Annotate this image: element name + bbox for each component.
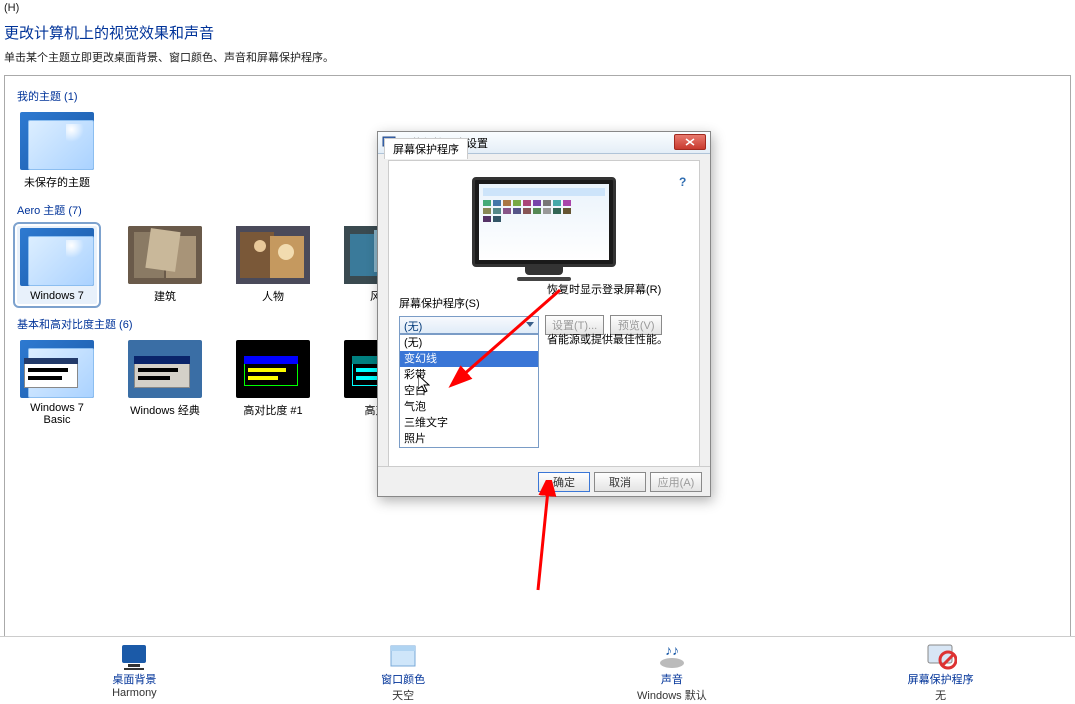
theme-windows7[interactable]: Windows 7: [17, 226, 97, 304]
theme-unsaved[interactable]: 未保存的主题: [17, 112, 97, 190]
theme-label: 高对比度 #1: [233, 402, 313, 418]
theme-label: 建筑: [125, 288, 205, 304]
cancel-button[interactable]: 取消: [594, 472, 646, 492]
power-hint: 省能源或提供最佳性能。: [547, 331, 689, 347]
screensaver-combobox[interactable]: (无): [399, 316, 539, 334]
page-title: 更改计算机上的视觉效果和声音: [0, 16, 1075, 47]
ok-button[interactable]: 确定: [538, 472, 590, 492]
preview-monitor: [472, 177, 616, 287]
footer-sound[interactable]: ♪♪ 声音 Windows 默认: [612, 643, 732, 703]
screensaver-option[interactable]: 气泡: [400, 399, 538, 415]
footer-label: 声音: [612, 673, 732, 687]
theme-winclassic[interactable]: Windows 经典: [125, 340, 205, 426]
close-button[interactable]: [674, 134, 706, 150]
page-subtitle: 单击某个主题立即更改桌面背景、窗口颜色、声音和屏幕保护程序。: [0, 47, 1075, 71]
dialog-footer: 确定 取消 应用(A): [378, 466, 710, 496]
footer-window-color[interactable]: 窗口颜色 天空: [343, 643, 463, 703]
footer-value: 无: [881, 687, 1001, 703]
svg-text:♪♪: ♪♪: [665, 643, 679, 658]
sound-icon: ♪♪: [656, 643, 688, 671]
theme-people[interactable]: 人物: [233, 226, 313, 304]
section-my-themes: 我的主题 (1): [17, 88, 1058, 104]
screensaver-dialog: 屏幕保护程序设置 屏幕保护程序 ?: [377, 131, 711, 497]
menu-bar: (H): [0, 0, 1075, 16]
screensaver-label: 屏幕保护程序(S): [399, 295, 689, 311]
footer-value: Windows 默认: [612, 687, 732, 703]
theme-label: Windows 经典: [125, 402, 205, 418]
theme-architecture[interactable]: 建筑: [125, 226, 205, 304]
footer-value: Harmony: [74, 687, 194, 699]
footer-screensaver[interactable]: 屏幕保护程序 无: [881, 643, 1001, 703]
window-color-icon: [387, 643, 419, 671]
footer-label: 桌面背景: [74, 673, 194, 687]
theme-label: 未保存的主题: [17, 174, 97, 190]
theme-win7basic[interactable]: Windows 7 Basic: [17, 340, 97, 426]
screensaver-option[interactable]: 三维文字: [400, 415, 538, 431]
cursor-icon: [418, 375, 430, 393]
footer-value: 天空: [343, 687, 463, 703]
dialog-tab[interactable]: 屏幕保护程序: [384, 138, 468, 159]
screensaver-option[interactable]: (无): [400, 335, 538, 351]
apply-button[interactable]: 应用(A): [650, 472, 702, 492]
theme-label: Windows 7 Basic: [17, 402, 97, 426]
close-icon: [685, 138, 695, 146]
footer-desktop-bg[interactable]: 桌面背景 Harmony: [74, 643, 194, 699]
screensaver-option[interactable]: 照片: [400, 431, 538, 447]
theme-hc1[interactable]: 高对比度 #1: [233, 340, 313, 426]
help-icon[interactable]: ?: [679, 175, 695, 191]
footer-label: 窗口颜色: [343, 673, 463, 687]
personalization-footer: 桌面背景 Harmony 窗口颜色 天空 ♪♪ 声音 Windows 默认 屏幕…: [0, 636, 1075, 704]
theme-label: 人物: [233, 288, 313, 304]
desktop-icon: [118, 643, 150, 671]
theme-label: Windows 7: [19, 290, 95, 302]
footer-label: 屏幕保护程序: [881, 673, 1001, 687]
screensaver-option[interactable]: 变幻线: [400, 351, 538, 367]
dialog-body: ? 屏幕保护程序(S): [388, 160, 700, 472]
screensaver-icon: [925, 643, 957, 671]
